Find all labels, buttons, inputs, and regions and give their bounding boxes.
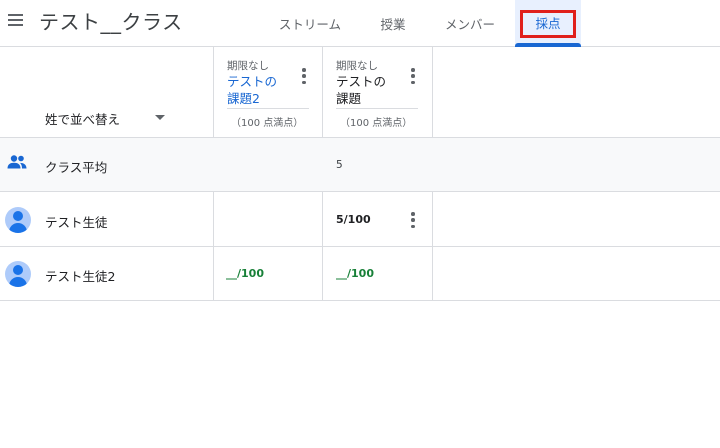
student-row: テスト生徒 5/100 [0,193,720,247]
grade-cell[interactable]: __/100 [336,267,374,280]
student-row: テスト生徒2 __/100 __/100 [0,247,720,301]
more-options-icon[interactable] [408,68,418,84]
avatar-icon[interactable] [5,207,31,233]
tab-label: メンバー [444,17,495,32]
student-name[interactable]: テスト生徒 [45,212,108,231]
tab-classwork[interactable]: 授業 [368,0,418,47]
assignment-title-link[interactable]: テストの 課題2 [227,73,297,107]
main-menu-icon[interactable] [4,8,26,32]
assignment-title[interactable]: テストの 課題 [336,73,406,107]
grade-cell[interactable]: 5/100 [336,213,371,226]
assignment-title-line: 課題 [336,91,362,106]
max-points-label: （100 点満点） [231,118,304,129]
header-divider [336,108,418,109]
class-average-label: クラス平均 [45,160,108,175]
assignment-title-line: テストの [227,74,278,89]
due-date-label: 期限なし [336,60,378,72]
grade-cell[interactable]: __/100 [226,267,264,280]
gradebook-header-row: 姓で並べ替え 期限なし テストの 課題2 （100 点満点） 期限なし テストの… [0,47,720,138]
people-icon [7,155,27,169]
dropdown-arrow-icon[interactable] [155,115,165,120]
tab-label: 採点 [520,9,576,38]
avatar-icon[interactable] [5,261,31,287]
tab-people[interactable]: メンバー [437,0,503,47]
average-value: 5 [336,159,343,171]
tab-label: ストリーム [278,17,342,32]
due-date-label: 期限なし [227,60,269,72]
top-app-bar: テスト__クラス ストリーム 授業 メンバー 採点 [0,0,720,47]
assignment-title-line: テストの [336,74,387,89]
student-name[interactable]: テスト生徒2 [45,266,115,285]
tab-stream[interactable]: ストリーム [270,0,350,47]
assignment-column-header: 期限なし テストの 課題2 （100 点満点） [213,47,322,138]
class-title[interactable]: テスト__クラス [39,6,183,35]
max-points-label: （100 点満点） [340,118,413,129]
tab-grades[interactable]: 採点 [515,0,581,47]
more-options-icon[interactable] [408,212,418,228]
more-options-icon[interactable] [299,68,309,84]
sort-by-lastname-dropdown[interactable]: 姓で並べ替え [45,109,120,128]
assignment-title-line: 課題2 [227,91,260,106]
assignment-column-header: 期限なし テストの 課題 （100 点満点） [322,47,432,138]
header-divider [227,108,309,109]
class-average-row: クラス平均 5 [0,138,720,192]
tab-label: 授業 [380,17,406,32]
